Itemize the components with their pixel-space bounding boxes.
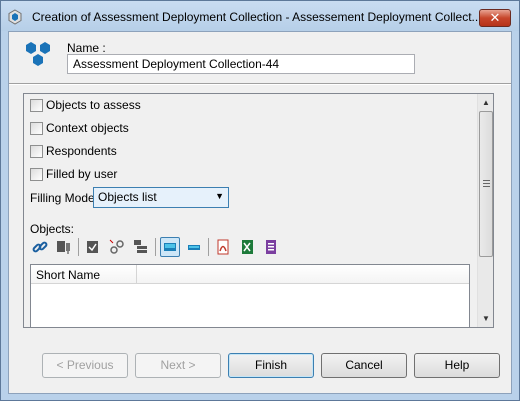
title-bar[interactable]: Creation of Assessment Deployment Collec… (1, 1, 519, 31)
help-button[interactable]: Help (414, 353, 500, 378)
respondents-checkbox[interactable]: Respondents (30, 143, 117, 159)
objects-table[interactable]: Short Name (30, 264, 470, 327)
objects-toolbar (30, 236, 285, 258)
collection-logo-icon (26, 42, 50, 66)
excel-icon[interactable] (237, 237, 257, 257)
finish-button[interactable]: Finish (228, 353, 314, 378)
check-doc-icon[interactable] (83, 237, 103, 257)
close-button[interactable]: ✕ (479, 9, 511, 27)
dialog-body: Name : Objects to assess Context objects… (8, 31, 512, 394)
checkbox-box[interactable] (30, 144, 43, 158)
unlink-icon[interactable] (107, 237, 127, 257)
scroll-down-icon[interactable]: ▼ (478, 310, 493, 327)
name-label: Name : (67, 41, 106, 55)
cancel-button[interactable]: Cancel (321, 353, 407, 378)
checkbox-box[interactable] (30, 167, 43, 181)
properties-icon[interactable] (131, 237, 151, 257)
toolbar-separator (78, 238, 79, 256)
window-title: Creation of Assessment Deployment Collec… (32, 10, 482, 24)
objects-to-assess-checkbox[interactable]: Objects to assess (30, 97, 141, 113)
filled-by-user-checkbox[interactable]: Filled by user (30, 166, 117, 182)
checkbox-label: Respondents (46, 144, 117, 158)
view-mode-icon[interactable] (160, 237, 180, 257)
filling-mode-value: Objects list (98, 190, 157, 204)
context-objects-checkbox[interactable]: Context objects (30, 120, 129, 136)
toolbar-separator (208, 238, 209, 256)
move-icon[interactable] (54, 237, 74, 257)
scroll-up-icon[interactable]: ▲ (478, 94, 493, 111)
grip-icon (483, 180, 490, 187)
objects-label: Objects: (30, 222, 75, 236)
options-panel: Objects to assess Context objects Respon… (23, 93, 494, 328)
checkbox-label: Objects to assess (46, 98, 141, 112)
next-button[interactable]: Next > (135, 353, 221, 378)
pdf-icon[interactable] (213, 237, 233, 257)
app-icon (8, 9, 22, 25)
dropdown-arrow-icon[interactable]: ▼ (215, 191, 224, 201)
column-header-short-name[interactable]: Short Name (31, 265, 137, 284)
vertical-scrollbar[interactable]: ▲ ▼ (477, 94, 493, 327)
link-icon[interactable] (30, 237, 50, 257)
scroll-thumb[interactable] (479, 111, 493, 257)
checkbox-label: Context objects (46, 121, 129, 135)
previous-button[interactable]: < Previous (42, 353, 128, 378)
name-field[interactable] (67, 54, 415, 74)
checkbox-box[interactable] (30, 98, 43, 112)
dialog-window: Creation of Assessment Deployment Collec… (0, 0, 520, 401)
divider-highlight (9, 84, 511, 85)
filling-mode-label: Filling Mode: (30, 191, 99, 205)
checkbox-box[interactable] (30, 121, 43, 135)
view-mode-compact-icon[interactable] (184, 237, 204, 257)
filling-mode-select[interactable]: Objects list ▼ (93, 187, 229, 208)
checkbox-label: Filled by user (46, 167, 118, 181)
toolbar-separator (155, 238, 156, 256)
report-icon[interactable] (261, 237, 281, 257)
table-header: Short Name (31, 265, 469, 284)
